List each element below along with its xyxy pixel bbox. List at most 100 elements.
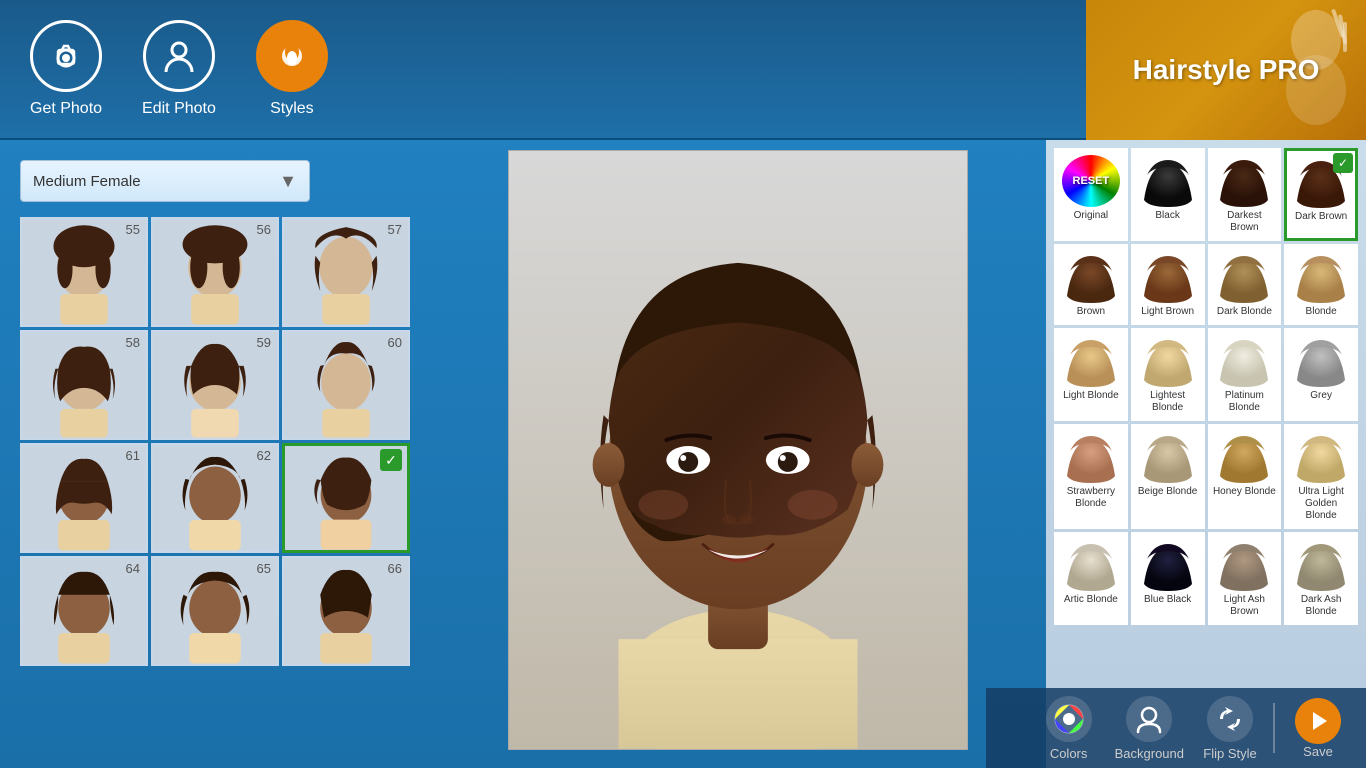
- style-item-66[interactable]: 66: [282, 556, 410, 666]
- color-item-platinum-blonde[interactable]: Platinum Blonde: [1208, 328, 1282, 421]
- color-grid: RESET Original Black: [1054, 148, 1358, 625]
- style-number-66: 66: [388, 561, 402, 576]
- styles-grid: 55 56: [20, 217, 410, 666]
- person-icon: [143, 20, 215, 92]
- style-item-64[interactable]: 64: [20, 556, 148, 666]
- style-item-57[interactable]: 57: [282, 217, 410, 327]
- flip-style-label: Flip Style: [1203, 746, 1256, 761]
- toolbar-save[interactable]: Save: [1288, 698, 1348, 759]
- color-item-light-brown[interactable]: Light Brown: [1131, 244, 1205, 325]
- color-ultra-light-golden-blonde-label: Ultra Light Golden Blonde: [1289, 486, 1353, 522]
- background-label: Background: [1115, 746, 1184, 761]
- style-item-60[interactable]: 60: [282, 330, 410, 440]
- color-strawberry-blonde-label: Strawberry Blonde: [1059, 486, 1123, 510]
- selected-check-icon: ✓: [380, 449, 402, 471]
- color-beige-blonde-label: Beige Blonde: [1138, 486, 1198, 498]
- nav-get-photo[interactable]: Get Photo: [30, 20, 102, 118]
- bottom-toolbar: Colors Background Flip Style: [986, 688, 1366, 768]
- app-title: Hairstyle PRO: [1133, 54, 1320, 86]
- style-item-63[interactable]: ✓: [282, 443, 410, 553]
- style-number-61: 61: [126, 448, 140, 463]
- style-number-58: 58: [126, 335, 140, 350]
- color-panel: RESET Original Black: [1046, 140, 1366, 768]
- app-logo: Hairstyle PRO: [1086, 0, 1366, 140]
- style-item-56[interactable]: 56: [151, 217, 279, 327]
- style-number-57: 57: [388, 222, 402, 237]
- color-blonde-label: Blonde: [1306, 306, 1337, 318]
- nav-styles-label: Styles: [270, 100, 314, 118]
- style-item-59[interactable]: 59: [151, 330, 279, 440]
- color-item-strawberry-blonde[interactable]: Strawberry Blonde: [1054, 424, 1128, 529]
- dropdown-value: Medium Female: [33, 173, 141, 190]
- preview-panel: [430, 140, 1046, 768]
- color-original-label: Original: [1074, 210, 1108, 222]
- styles-panel: Medium Female ▼: [0, 140, 430, 768]
- colors-label: Colors: [1050, 746, 1088, 761]
- color-dark-brown-check: ✓: [1333, 153, 1353, 173]
- colors-icon: [1046, 696, 1092, 742]
- color-light-ash-brown-label: Light Ash Brown: [1213, 594, 1277, 618]
- style-item-62[interactable]: 62: [151, 443, 279, 553]
- style-item-65[interactable]: 65: [151, 556, 279, 666]
- save-icon: [1295, 698, 1341, 744]
- nav-styles[interactable]: Styles: [256, 20, 328, 118]
- color-light-blonde-label: Light Blonde: [1063, 390, 1119, 402]
- color-item-light-ash-brown[interactable]: Light Ash Brown: [1208, 532, 1282, 625]
- save-label: Save: [1303, 744, 1333, 759]
- color-item-grey[interactable]: Grey: [1284, 328, 1358, 421]
- style-number-62: 62: [257, 448, 271, 463]
- color-item-lightest-blonde[interactable]: Lightest Blonde: [1131, 328, 1205, 421]
- style-number-55: 55: [126, 222, 140, 237]
- style-category-dropdown[interactable]: Medium Female ▼: [20, 160, 310, 202]
- color-item-darkest-brown[interactable]: Darkest Brown: [1208, 148, 1282, 241]
- color-item-honey-blonde[interactable]: Honey Blonde: [1208, 424, 1282, 529]
- color-lightest-blonde-label: Lightest Blonde: [1136, 390, 1200, 414]
- color-artic-blonde-label: Artic Blonde: [1064, 594, 1118, 606]
- color-item-dark-ash-blonde[interactable]: Dark Ash Blonde: [1284, 532, 1358, 625]
- toolbar-colors[interactable]: Colors: [1039, 696, 1099, 761]
- nav-edit-photo-label: Edit Photo: [142, 100, 216, 118]
- color-item-ultra-light-golden-blonde[interactable]: Ultra Light Golden Blonde: [1284, 424, 1358, 529]
- color-item-brown[interactable]: Brown: [1054, 244, 1128, 325]
- background-icon: [1126, 696, 1172, 742]
- color-light-brown-label: Light Brown: [1141, 306, 1194, 318]
- style-number-65: 65: [257, 561, 271, 576]
- color-platinum-blonde-label: Platinum Blonde: [1213, 390, 1277, 414]
- color-grey-label: Grey: [1310, 390, 1332, 402]
- style-item-58[interactable]: 58: [20, 330, 148, 440]
- style-number-59: 59: [257, 335, 271, 350]
- color-dark-ash-blonde-label: Dark Ash Blonde: [1289, 594, 1353, 618]
- rainbow-icon: RESET: [1062, 155, 1120, 207]
- color-blue-black-label: Blue Black: [1144, 594, 1191, 606]
- preview-image: [508, 150, 968, 750]
- header: Get Photo Edit Photo Styles: [0, 0, 1366, 140]
- toolbar-flip-style[interactable]: Flip Style: [1200, 696, 1260, 761]
- nav-edit-photo[interactable]: Edit Photo: [142, 20, 216, 118]
- color-item-light-blonde[interactable]: Light Blonde: [1054, 328, 1128, 421]
- style-item-61[interactable]: 61: [20, 443, 148, 553]
- color-black-label: Black: [1155, 210, 1179, 222]
- color-item-beige-blonde[interactable]: Beige Blonde: [1131, 424, 1205, 529]
- toolbar-divider: [1273, 703, 1275, 753]
- style-item-55[interactable]: 55: [20, 217, 148, 327]
- nav-get-photo-label: Get Photo: [30, 100, 102, 118]
- color-item-dark-brown[interactable]: ✓ Dark Brown: [1284, 148, 1358, 241]
- color-honey-blonde-label: Honey Blonde: [1213, 486, 1276, 498]
- color-item-original[interactable]: RESET Original: [1054, 148, 1128, 241]
- style-category-dropdown-container: Medium Female ▼: [20, 160, 410, 202]
- color-dark-brown-label: Dark Brown: [1295, 211, 1347, 223]
- style-number-56: 56: [257, 222, 271, 237]
- chevron-down-icon: ▼: [279, 171, 297, 192]
- color-item-blue-black[interactable]: Blue Black: [1131, 532, 1205, 625]
- flip-style-icon: [1207, 696, 1253, 742]
- color-brown-label: Brown: [1077, 306, 1105, 318]
- hair-icon: [256, 20, 328, 92]
- style-number-64: 64: [126, 561, 140, 576]
- color-item-blonde[interactable]: Blonde: [1284, 244, 1358, 325]
- camera-icon: [30, 20, 102, 92]
- color-item-artic-blonde[interactable]: Artic Blonde: [1054, 532, 1128, 625]
- main-content: Medium Female ▼: [0, 140, 1366, 768]
- toolbar-background[interactable]: Background: [1115, 696, 1184, 761]
- color-item-black[interactable]: Black: [1131, 148, 1205, 241]
- color-item-dark-blonde[interactable]: Dark Blonde: [1208, 244, 1282, 325]
